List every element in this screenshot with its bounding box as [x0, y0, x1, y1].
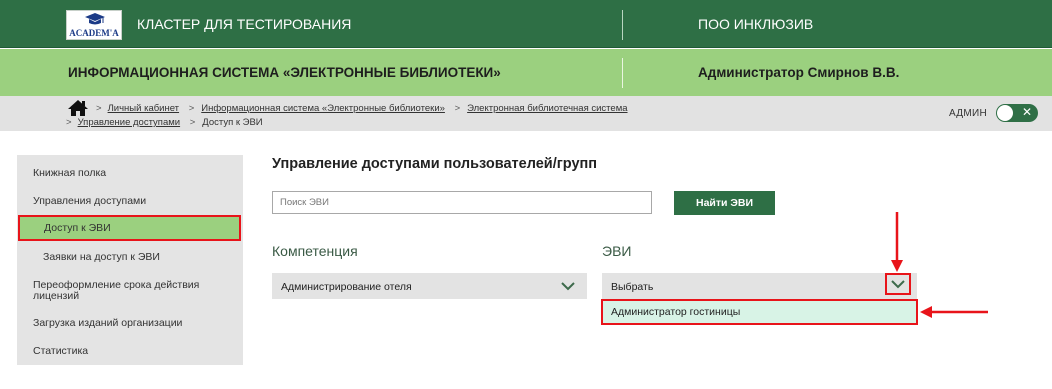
- breadcrumb-link-info-system[interactable]: Информационная система «Электронные библ…: [201, 103, 445, 114]
- cluster-title: КЛАСТЕР ДЛЯ ТЕСТИРОВАНИЯ: [137, 16, 352, 32]
- chevron-right-icon: >: [189, 117, 196, 128]
- sidebar-item-license-renewal[interactable]: Переоформление срока действия лицензий: [33, 280, 199, 302]
- breadcrumb-current: Доступ к ЭВИ: [202, 117, 263, 128]
- sidebar-item-access-management[interactable]: Управления доступами: [33, 196, 146, 207]
- evi-dropdown-toggle[interactable]: [885, 273, 911, 295]
- sidebar-item-label-line2: лицензий: [33, 290, 80, 302]
- annotation-arrow-left-icon: [920, 306, 988, 318]
- organization-name: ПОО ИНКЛЮЗИВ: [698, 16, 814, 32]
- competence-select[interactable]: Администрирование отеля: [272, 273, 587, 299]
- sidebar-item-evi-access[interactable]: Доступ к ЭВИ: [18, 215, 241, 241]
- sidebar-item-upload-editions[interactable]: Загрузка изданий организации: [33, 318, 182, 329]
- sidebar-item-label: Доступ к ЭВИ: [44, 222, 111, 234]
- top-header: ACADEM'A КЛАСТЕР ДЛЯ ТЕСТИРОВАНИЯ ПОО ИН…: [0, 0, 1052, 48]
- sidebar-item-evi-requests[interactable]: Заявки на доступ к ЭВИ: [43, 252, 160, 263]
- admin-label: АДМИН: [949, 108, 988, 119]
- evi-select[interactable]: Выбрать: [602, 273, 917, 299]
- sidebar-menu: Книжная полка Управления доступами Досту…: [17, 155, 243, 365]
- graduation-cap-icon: [85, 13, 105, 25]
- chevron-down-icon: [561, 282, 575, 291]
- find-evi-button[interactable]: Найти ЭВИ: [674, 191, 775, 215]
- evi-selected-value: Выбрать: [611, 281, 654, 293]
- header-divider: [622, 10, 623, 40]
- toggle-knob: [997, 105, 1013, 121]
- close-x-icon: ✕: [1022, 105, 1033, 119]
- chevron-right-icon: >: [454, 103, 461, 114]
- search-evi-input[interactable]: [272, 191, 652, 214]
- annotation-arrow-down-icon: [891, 212, 903, 272]
- page-title: Управление доступами пользователей/групп: [272, 156, 598, 172]
- competence-label: Компетенция: [272, 243, 358, 259]
- chevron-right-icon: >: [96, 103, 102, 114]
- subheader-divider: [622, 58, 623, 88]
- evi-label: ЭВИ: [602, 243, 632, 259]
- sidebar-item-bookshelf[interactable]: Книжная полка: [33, 168, 106, 179]
- evi-option-hotel-admin[interactable]: Администратор гостиницы: [601, 299, 918, 325]
- logo-text: ACADEM'A: [69, 28, 119, 38]
- breadcrumb-link-ebs[interactable]: Электронная библиотечная система: [467, 103, 627, 114]
- chevron-down-icon: [891, 280, 905, 289]
- breadcrumb-bar: > Личный кабинет > Информационная система …: [0, 96, 1052, 131]
- breadcrumb: > Личный кабинет > Информационная система …: [66, 102, 628, 130]
- chevron-right-icon: >: [66, 117, 72, 128]
- system-title: ИНФОРМАЦИОННАЯ СИСТЕМА «ЭЛЕКТРОННЫЕ БИБЛ…: [68, 65, 501, 80]
- breadcrumb-link-cabinet[interactable]: Личный кабинет: [108, 103, 179, 114]
- academia-logo[interactable]: ACADEM'A: [66, 10, 122, 40]
- system-header: ИНФОРМАЦИОННАЯ СИСТЕМА «ЭЛЕКТРОННЫЕ БИБЛ…: [0, 49, 1052, 96]
- chevron-right-icon: >: [188, 103, 195, 114]
- sidebar-item-statistics[interactable]: Статистика: [33, 346, 88, 357]
- admin-toggle[interactable]: ✕: [996, 104, 1038, 122]
- current-user[interactable]: Администратор Смирнов В.В.: [698, 65, 899, 80]
- competence-selected-value: Администрирование отеля: [281, 281, 412, 293]
- breadcrumb-link-access[interactable]: Управление доступами: [78, 117, 181, 128]
